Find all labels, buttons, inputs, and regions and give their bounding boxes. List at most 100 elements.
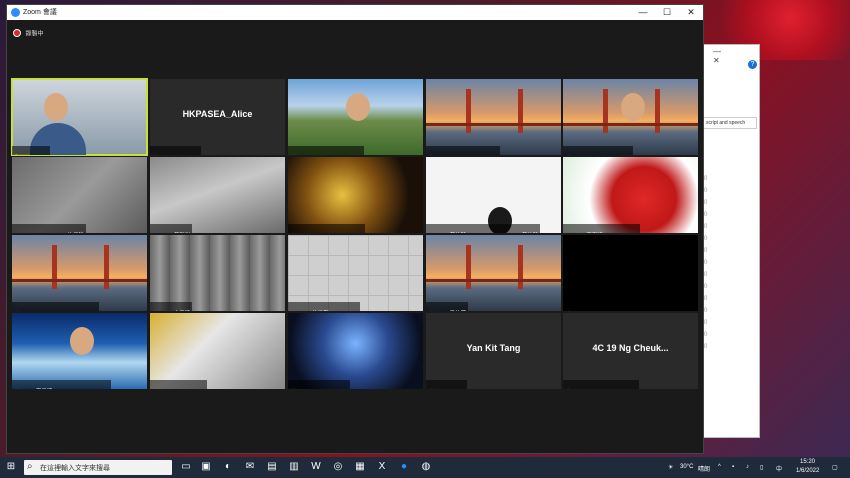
participant-name-bar: ✗4C 02 Tong Yuk Man [563,302,624,311]
video-tile[interactable]: ✗4A 22 黃柏翰 WONG PO CHEUNG 黃柏翰 [426,157,561,233]
video-tile[interactable]: ✗4B 31 Timothy Kong Ho Yin [288,157,423,233]
list-item[interactable]: 0 [704,293,707,305]
windows-start-icon[interactable]: ⊞ [5,461,17,473]
participant-name-bar: ✗3E 10 李子晴 LEE TSZ CHING Alice [12,380,111,389]
title-bar[interactable]: Zoom 會議 — ☐ ✕ [7,5,703,20]
participant-name-bar: ✗3A 02 Tong Hoi Chun [288,380,350,389]
task-view-icon[interactable]: ▭ [180,461,192,473]
list-item[interactable]: 0 [704,197,707,209]
recording-indicator[interactable]: 錄製中 [13,24,43,37]
zoom-meeting-window[interactable]: Zoom 會議 — ☐ ✕ 錄製中 ⚲Alfred Chan HKPASEA_Al… [6,4,704,454]
video-tile[interactable]: ✗4B 30 黃新彤 [150,157,285,233]
clock-time[interactable]: 15:20 [800,459,815,465]
participant-display-name: Yan Kit Tang [466,343,521,353]
taskbar: ⊞ ⌕ 在這裡輸入文字來搜尋 ▭ ▣ ◐ ✉ ▤ ▥ W ◎ ▦ X ● ◍ ☀… [0,457,850,478]
battery-icon[interactable]: ▯ [760,464,763,471]
input-language[interactable]: 中 [776,464,782,473]
video-tile[interactable]: ✗4C 15 Luk Pang Ming Ming [288,79,423,155]
list-item[interactable]: 0 [704,305,707,317]
video-tile[interactable]: ✗3E 10 李子晴 LEE TSZ CHING Alice [12,313,147,389]
notification-icon[interactable]: ▢ [832,464,838,471]
video-tile[interactable]: 4C 19 Ng Cheuk... ✗4C 19 Ng Cheuk Kiu Tra… [563,313,698,389]
word-icon[interactable]: W [310,461,322,473]
maximize-button[interactable]: ☐ [655,5,679,20]
video-tile[interactable]: ✗3A 11 莫嘉瑤 MOK KA YAU [563,157,698,233]
participant-name-bar: ✗4B 09 Cheung Ming Wei [563,146,633,155]
video-tile[interactable]: Yan Kit Tang ✗Yan Kit Tang [426,313,561,389]
record-icon [13,28,21,37]
chevron-up-icon[interactable]: ^ [718,464,721,470]
participant-name-bar: ✗4B 30 黃新彤 [150,224,193,233]
participant-name-bar: ✗2B 05 Hui Tsz Lam 許子琳 [12,224,87,233]
weather-icon[interactable]: ☀ [668,464,673,471]
virtual-background-shape [52,245,57,289]
list-item[interactable]: 0 [704,185,707,197]
minimize-button[interactable]: — [631,5,655,20]
app-icon[interactable]: ◍ [420,461,432,473]
list-item[interactable]: 0 [704,329,707,341]
background-window[interactable]: — ✕ ? script and speech 000000000000000 [700,44,760,438]
taskbar-search-box[interactable]: ⌕ 在這裡輸入文字來搜尋 [24,460,172,475]
virtual-background-shape [104,245,109,289]
participant-name-bar: ✗4B 30 Newton Tsang Hing Tong [12,302,99,311]
list-item[interactable]: 0 [704,341,707,353]
window-title: Zoom 會議 [23,9,57,16]
video-tile[interactable]: HKPASEA_Alice ✗HKPASEA_Alice [150,79,285,155]
close-button[interactable]: ✕ [679,5,703,20]
video-tile[interactable]: ✗4B 09 Cheung Ming Wei [563,79,698,155]
participant-name-bar: ✗4C 15 Luk Pang Ming Ming [288,146,365,155]
store-icon[interactable]: ▣ [200,461,212,473]
excel-icon[interactable]: X [376,461,388,473]
video-tile[interactable]: ✗4B 30 Newton Tsang Hing Tong [12,235,147,311]
participant-display-name: 4C 19 Ng Cheuk... [592,343,669,353]
participant-face [621,93,645,121]
list-item[interactable]: 0 [704,245,707,257]
participant-name-bar: ✗4B 25 Winnie Wu Shing Yi [426,146,501,155]
outlook-icon[interactable]: ▦ [354,461,366,473]
chrome-icon[interactable]: ◎ [332,461,344,473]
list-item[interactable]: 0 [704,209,707,221]
list-item[interactable]: 0 [704,257,707,269]
list-item[interactable]: 0 [704,317,707,329]
edge-icon[interactable]: ◐ [222,461,234,473]
virtual-background-shape [655,89,660,133]
participant-name-bar: ✗HKPASEA_Alice [150,146,201,155]
search-icon: ⌕ [27,461,33,472]
weather-text: 晴朗 [698,467,711,473]
participant-name-bar: ✗4B 31 Timothy Kong Ho Yin [288,224,366,233]
video-tile[interactable]: ✗4C 02 Tong Yuk Man [563,235,698,311]
participant-face [44,93,68,121]
list-item[interactable]: 0 [704,173,707,185]
participant-name-bar: ✗5C 07 許浩賢 Tsui Ho Yin [288,302,360,311]
participant-name-bar: ✗Yan Kit Tang [426,380,467,389]
file-explorer-icon[interactable]: ▥ [288,461,300,473]
network-icon[interactable]: ▪ [732,464,734,470]
participant-name-bar: ✗5A 28 Choi Tsz Yan [150,380,208,389]
list-item[interactable]: 0 [704,233,707,245]
video-tile[interactable]: ✗5A 06 史子晴 [150,235,285,311]
virtual-background-shape [563,123,698,126]
video-tile[interactable]: ✗5C 07 許浩賢 Tsui Ho Yin [288,235,423,311]
video-tile[interactable]: ✗3A 02 Tong Hoi Chun [288,313,423,389]
list-item[interactable]: 0 [704,281,707,293]
video-tile[interactable]: ✗3A 20 吳柏灝 [426,235,561,311]
clock-date[interactable]: 1/6/2022 [796,468,819,474]
mail-icon[interactable]: ✉ [244,461,256,473]
video-tile[interactable]: ✗4B 25 Winnie Wu Shing Yi [426,79,561,155]
virtual-background-shape [466,89,471,133]
zoom-taskbar-icon[interactable]: ● [398,461,410,473]
list-item[interactable]: 0 [704,221,707,233]
volume-icon[interactable]: ♪ [746,464,749,470]
participant-face [70,327,94,355]
text-field[interactable]: script and speech [703,117,757,129]
virtual-background-shape [466,245,471,289]
video-tile[interactable]: ⚲Alfred Chan [11,78,148,156]
virtual-background-shape [12,279,147,282]
video-tile[interactable]: ✗5A 28 Choi Tsz Yan [150,313,285,389]
participant-name-bar: ✗3A 20 吳柏灝 [426,302,469,311]
list-item[interactable]: 0 [704,269,707,281]
zoom-app-icon [11,8,20,17]
video-tile[interactable]: ✗2B 05 Hui Tsz Lam 許子琳 [12,157,147,233]
help-icon[interactable]: ? [748,60,757,69]
photos-icon[interactable]: ▤ [266,461,278,473]
